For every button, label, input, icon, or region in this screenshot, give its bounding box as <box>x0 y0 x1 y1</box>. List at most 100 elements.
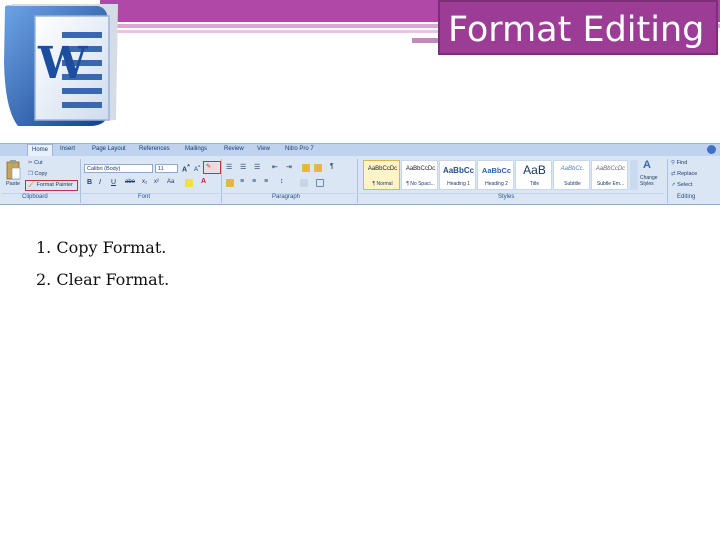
editing-group-label: Editing <box>677 194 696 200</box>
paste-icon <box>6 160 21 180</box>
increase-indent-button[interactable]: ⇥ <box>286 163 292 171</box>
select-button[interactable]: ➚ Select <box>671 182 692 188</box>
paragraph-group-label: Paragraph <box>272 194 301 200</box>
group-divider <box>82 193 220 194</box>
cursor-icon: ➚ <box>671 182 676 188</box>
style-preview: AaBbCcDc <box>405 166 436 172</box>
strikethrough-button[interactable]: abe <box>125 179 135 185</box>
font-name-select[interactable]: Calibri (Body) <box>84 164 153 173</box>
group-separator <box>221 159 222 203</box>
group-separator <box>80 159 81 203</box>
italic-button[interactable]: I <box>99 179 101 186</box>
sort-icon[interactable] <box>302 164 310 172</box>
style-heading-2[interactable]: AaBbCc Heading 2 <box>477 160 514 190</box>
highlight-color-icon[interactable] <box>185 179 193 187</box>
change-styles-button[interactable]: A Change Styles <box>640 159 662 192</box>
subscript-button[interactable]: x₂ <box>142 179 147 185</box>
bold-button[interactable]: B <box>87 179 92 186</box>
logo-letter: W <box>37 38 88 89</box>
slide-title-box: Format Editing <box>438 0 718 55</box>
style-preview: AaBbCc <box>481 166 512 175</box>
align-right-button[interactable]: ≡ <box>252 178 256 185</box>
line-spacing-button[interactable]: ↕ <box>280 178 284 185</box>
ribbon-tab-bar: Home Insert Page Layout References Maili… <box>0 144 720 156</box>
style-normal[interactable]: AaBbCcDc ¶ Normal <box>363 160 400 190</box>
replace-icon: ⇄ <box>671 171 676 177</box>
bullets-button[interactable]: ☰ <box>226 163 232 171</box>
show-hide-button[interactable]: ¶ <box>330 163 334 170</box>
clear-format-highlight <box>203 161 221 174</box>
font-size-select[interactable]: 11 <box>155 164 178 173</box>
align-left-icon[interactable] <box>226 179 234 187</box>
style-preview: AaBbCcDc <box>367 166 398 172</box>
ribbon: Home Insert Page Layout References Maili… <box>0 143 720 205</box>
style-name: Heading 2 <box>485 181 508 187</box>
format-painter-highlight <box>25 180 78 191</box>
find-button[interactable]: ⚲ Find <box>671 160 687 166</box>
style-no-spacing[interactable]: AaBbCcDc ¶ No Spaci... <box>401 160 438 190</box>
align-center-button[interactable]: ≡ <box>240 178 244 185</box>
tab-review[interactable]: Review <box>224 146 244 152</box>
tab-page-layout[interactable]: Page Layout <box>92 146 126 152</box>
style-name: Subtle Em... <box>596 181 625 187</box>
style-name: ¶ Normal <box>372 181 393 187</box>
borders-icon[interactable] <box>316 179 324 187</box>
change-styles-icon: A <box>643 159 651 171</box>
sort-descending-icon[interactable] <box>314 164 322 172</box>
tab-view[interactable]: View <box>257 146 270 152</box>
style-preview: AaBbCcDc <box>595 166 626 172</box>
copy-icon: ❐ <box>28 171 33 177</box>
list-item-copy-format: 1. Copy Format. <box>36 238 167 257</box>
font-group-label: Font <box>138 194 151 200</box>
styles-scroll-button[interactable] <box>630 160 638 190</box>
style-subtle-emphasis[interactable]: AaBbCcDc Subtle Em... <box>591 160 628 190</box>
style-subtitle[interactable]: AaBbCc. Subtitle <box>553 160 590 190</box>
paste-button[interactable]: Paste <box>4 159 22 189</box>
font-color-button[interactable]: A <box>201 178 206 185</box>
binoculars-icon: ⚲ <box>671 160 676 166</box>
style-preview: AaBbCc <box>442 166 475 175</box>
multilevel-list-button[interactable]: ☰ <box>254 163 260 171</box>
grow-font-button[interactable]: Aᴬ <box>182 164 190 173</box>
copy-button[interactable]: ❐ Copy <box>28 171 47 177</box>
slide-title: Format Editing <box>448 10 705 50</box>
style-preview: AaB <box>523 163 546 177</box>
tab-insert[interactable]: Insert <box>60 146 75 152</box>
replace-label: Replace <box>677 171 698 177</box>
header-stripe-thin <box>100 30 438 33</box>
style-heading-1[interactable]: AaBbCc Heading 1 <box>439 160 476 190</box>
group-separator <box>357 159 358 203</box>
select-label: Select <box>677 182 693 188</box>
cut-button[interactable]: ✂ Cut <box>28 160 43 166</box>
style-preview: AaBbCc. <box>560 166 585 172</box>
styles-group-label: Styles <box>498 194 515 200</box>
style-name: Title <box>529 181 540 187</box>
numbering-button[interactable]: ☰ <box>240 163 246 171</box>
tab-home[interactable]: Home <box>27 144 54 156</box>
word-logo-icon: W <box>4 4 118 126</box>
style-name: ¶ No Spaci... <box>406 181 435 187</box>
style-name: Heading 1 <box>447 181 470 187</box>
shrink-font-button[interactable]: Aᵃ <box>194 164 200 173</box>
superscript-button[interactable]: x² <box>154 179 159 185</box>
change-styles-label: Change Styles <box>640 175 658 187</box>
list-item-clear-format: 2. Clear Format. <box>36 270 170 289</box>
tab-mailings[interactable]: Mailings <box>185 146 207 152</box>
replace-button[interactable]: ⇄ Replace <box>671 171 697 177</box>
style-name: Subtitle <box>564 181 581 187</box>
justify-button[interactable]: ≡ <box>264 178 268 185</box>
find-label: Find <box>676 160 688 166</box>
style-title[interactable]: AaB Title <box>515 160 552 190</box>
tab-references[interactable]: References <box>139 146 170 152</box>
shading-icon[interactable] <box>300 179 308 187</box>
decrease-indent-button[interactable]: ⇤ <box>272 163 278 171</box>
scissors-icon: ✂ <box>28 160 33 166</box>
cut-label: Cut <box>34 160 43 166</box>
underline-button[interactable]: U <box>111 179 116 186</box>
change-case-button[interactable]: Aa <box>167 179 174 185</box>
tab-nitro[interactable]: Nitro Pro 7 <box>285 146 314 152</box>
group-separator <box>667 159 668 203</box>
help-icon[interactable] <box>707 145 716 154</box>
clipboard-group-label: Clipboard <box>22 194 48 200</box>
copy-label: Copy <box>34 171 48 177</box>
